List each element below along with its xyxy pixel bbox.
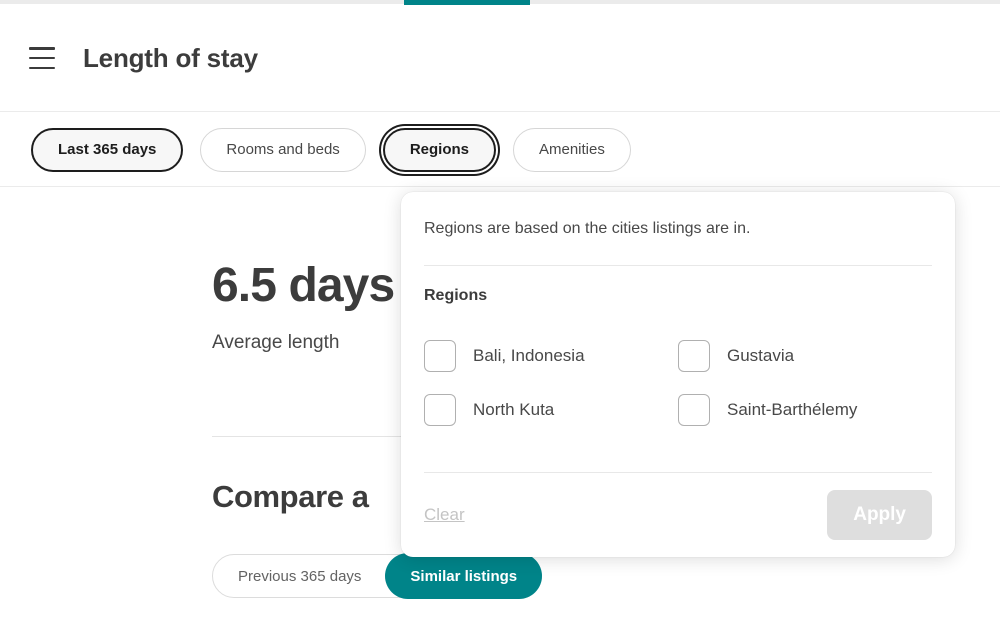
checkbox-icon[interactable] bbox=[424, 394, 456, 426]
region-option-label: North Kuta bbox=[473, 400, 555, 419]
hamburger-line bbox=[29, 66, 55, 69]
app-root: Length of stay Last 365 days Rooms and b… bbox=[0, 0, 1000, 634]
hamburger-line bbox=[29, 47, 55, 50]
stat-value: 6.5 days bbox=[212, 259, 395, 312]
checkbox-icon[interactable] bbox=[678, 394, 710, 426]
filter-pill-regions[interactable]: Regions bbox=[382, 127, 496, 172]
region-option-bali-indonesia[interactable]: Bali, Indonesia bbox=[424, 340, 678, 372]
regions-filter-popover: Regions are based on the cities listings… bbox=[401, 192, 955, 557]
region-option-label: Gustavia bbox=[727, 346, 795, 365]
popover-divider-top bbox=[424, 265, 932, 266]
filter-pill-date-range[interactable]: Last 365 days bbox=[31, 127, 184, 172]
stat-label: Average length bbox=[212, 332, 340, 353]
hamburger-icon[interactable] bbox=[29, 47, 55, 69]
compare-section-title: Compare a bbox=[212, 479, 369, 514]
comparison-toggle-group: Previous 365 days Similar listings bbox=[212, 553, 543, 599]
region-option-north-kuta[interactable]: North Kuta bbox=[424, 394, 678, 426]
checkbox-icon[interactable] bbox=[424, 340, 456, 372]
apply-button[interactable]: Apply bbox=[827, 489, 932, 540]
filter-pill-amenities[interactable]: Amenities bbox=[513, 127, 631, 172]
popover-group-title: Regions bbox=[424, 287, 488, 304]
comparison-option-previous-365-days[interactable]: Previous 365 days bbox=[213, 554, 386, 598]
region-option-label: Bali, Indonesia bbox=[473, 346, 585, 365]
region-option-label: Saint-Barthélemy bbox=[727, 400, 858, 419]
region-option-gustavia[interactable]: Gustavia bbox=[678, 340, 932, 372]
popover-description: Regions are based on the cities listings… bbox=[424, 219, 751, 237]
average-length-stat: 6.5 days Average length bbox=[212, 259, 395, 354]
region-option-saint-barthelemy[interactable]: Saint-Barthélemy bbox=[678, 394, 932, 426]
checkbox-icon[interactable] bbox=[678, 340, 710, 372]
filter-bar: Last 365 days Rooms and beds Regions Ame… bbox=[0, 113, 1000, 187]
clear-button[interactable]: Clear bbox=[424, 505, 465, 525]
hamburger-line bbox=[29, 56, 55, 60]
comparison-option-similar-listings[interactable]: Similar listings bbox=[385, 553, 543, 599]
popover-footer: Clear Apply bbox=[424, 472, 932, 557]
regions-checkbox-list: Bali, Indonesia Gustavia North Kuta Sain… bbox=[424, 340, 932, 426]
app-header: Length of stay bbox=[0, 5, 1000, 112]
page-title: Length of stay bbox=[83, 42, 258, 73]
filter-pill-rooms-and-beds[interactable]: Rooms and beds bbox=[200, 127, 366, 172]
